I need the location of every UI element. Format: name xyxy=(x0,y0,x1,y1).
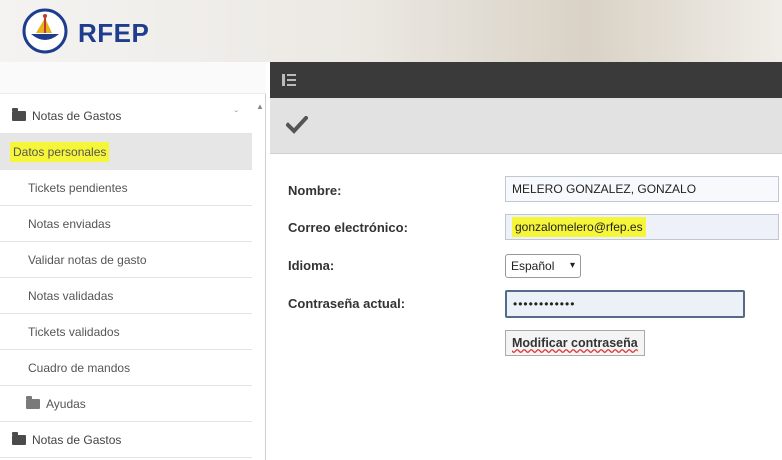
language-select[interactable]: Español ▾ xyxy=(505,254,581,278)
rfep-logo-icon[interactable] xyxy=(22,8,68,54)
sidebar-item-tickets-validados[interactable]: Tickets validados xyxy=(0,314,252,350)
sidebar-item-cuadro-de-mandos[interactable]: Cuadro de mandos xyxy=(0,350,252,386)
sidebar-group-notas-de-gastos-2[interactable]: Notas de Gastos xyxy=(0,422,252,458)
sidebar-group-ayudas[interactable]: Ayudas xyxy=(0,386,252,422)
language-label: Idioma: xyxy=(288,258,335,273)
name-label: Nombre: xyxy=(288,183,342,198)
sidebar-group-notas-de-gastos[interactable]: Notas de Gastos ˇ xyxy=(0,98,252,134)
folder-icon xyxy=(12,431,26,445)
toolbar xyxy=(270,98,782,154)
sidebar-item-label: Notas validadas xyxy=(28,288,114,303)
collapse-icon[interactable]: ˇ xyxy=(235,110,238,121)
email-label: Correo electrónico: xyxy=(288,220,408,235)
sidebar-item-label: Notas de Gastos xyxy=(32,432,122,447)
sidebar-item-validar-notas[interactable]: Validar notas de gasto xyxy=(0,242,252,278)
sidebar-item-notas-validadas[interactable]: Notas validadas xyxy=(0,278,252,314)
password-label: Contraseña actual: xyxy=(288,296,406,311)
email-field[interactable]: gonzalomelero@rfep.es xyxy=(505,214,779,240)
chevron-down-icon: ▾ xyxy=(569,260,575,271)
folder-icon xyxy=(12,107,26,121)
top-bar xyxy=(270,62,782,98)
sidebar-item-tickets-pendientes[interactable]: Tickets pendientes xyxy=(0,170,252,206)
name-field[interactable]: MELERO GONZALEZ, GONZALO xyxy=(505,176,779,202)
app-header: RFEP xyxy=(0,0,782,62)
sidebar-item-label: Ayudas xyxy=(46,396,86,411)
brand-name: RFEP xyxy=(78,18,150,48)
change-password-button[interactable]: Modificar contraseña xyxy=(505,330,645,356)
sidebar-item-label: Tickets validados xyxy=(28,324,120,339)
save-button[interactable] xyxy=(284,112,310,138)
folder-icon xyxy=(26,395,40,409)
sidebar-item-notas-enviadas[interactable]: Notas enviadas xyxy=(0,206,252,242)
sidebar-item-label: Notas enviadas xyxy=(28,216,111,231)
sidebar: ▲ Notas de Gastos ˇ Datos personales Tic… xyxy=(0,62,266,460)
language-value: Español xyxy=(511,259,555,273)
current-password-field[interactable]: •••••••••••• xyxy=(505,290,745,318)
sidebar-item-label: Validar notas de gasto xyxy=(28,252,147,267)
menu-icon[interactable] xyxy=(282,74,296,86)
sidebar-item-datos-personales[interactable]: Datos personales xyxy=(0,134,252,170)
sidebar-top xyxy=(0,62,266,94)
checkmark-icon xyxy=(286,116,308,134)
email-value: gonzalomelero@rfep.es xyxy=(512,217,646,237)
sidebar-item-label: Notas de Gastos xyxy=(32,108,122,123)
sidebar-item-label: Datos personales xyxy=(10,141,110,162)
sidebar-item-label: Cuadro de mandos xyxy=(28,360,131,375)
scroll-up-icon[interactable]: ▲ xyxy=(256,102,264,111)
sidebar-item-label: Tickets pendientes xyxy=(28,180,128,195)
